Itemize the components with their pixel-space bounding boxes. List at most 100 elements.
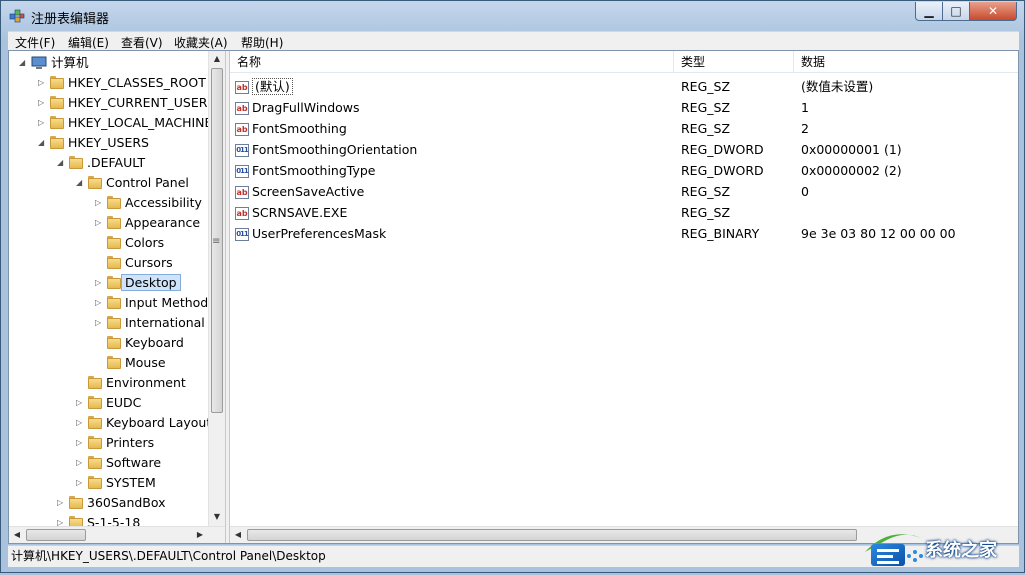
string-value-icon: ab — [235, 123, 249, 136]
tree-horizontal-scrollbar[interactable]: ◀ ▶ — [9, 526, 225, 543]
value-row[interactable]: 011 FontSmoothingOrientation REG_DWORD 0x00… — [230, 139, 1018, 160]
value-name: UserPreferencesMask — [252, 226, 387, 241]
column-header-data[interactable]: 数据 — [794, 51, 1018, 73]
value-name: FontSmoothingOrientation — [252, 142, 418, 157]
folder-icon — [50, 116, 64, 129]
value-row[interactable]: 011 UserPreferencesMask REG_BINARY 9e 3e 03… — [230, 223, 1018, 244]
string-value-icon: ab — [235, 81, 249, 94]
collapsed-arrow-icon[interactable]: ▷ — [95, 273, 105, 293]
value-type: REG_SZ — [681, 205, 731, 220]
tree-vertical-scrollbar[interactable]: ▲ ≡ ▼ — [208, 51, 225, 526]
binary-value-icon: 011 — [235, 228, 249, 241]
scroll-right-arrow-icon[interactable]: ▶ — [192, 527, 208, 543]
column-header-type[interactable]: 类型 — [674, 51, 794, 73]
value-name: SCRNSAVE.EXE — [252, 205, 348, 220]
tree-item[interactable]: ▷ Input Method — [95, 293, 208, 313]
tree-item[interactable]: ▷ Appearance — [95, 213, 200, 233]
maximize-button[interactable]: □ — [942, 2, 970, 21]
expanded-arrow-icon[interactable]: ◢ — [38, 133, 48, 153]
scroll-left-arrow-icon[interactable]: ◀ — [230, 527, 246, 543]
registry-editor-window: 注册表编辑器 ▁ □ ✕ 文件(F) 编辑(E) 查看(V) 收藏夹(A) 帮助… — [0, 0, 1025, 573]
tree-item[interactable]: ◢ Control Panel — [76, 173, 189, 193]
value-row[interactable]: ab DragFullWindows REG_SZ 1 — [230, 97, 1018, 118]
menu-favorites[interactable]: 收藏夹(A) — [174, 34, 228, 51]
folder-icon — [107, 336, 121, 349]
column-header-name[interactable]: 名称 — [230, 51, 674, 73]
tree-item-label: Keyboard Layout — [106, 415, 212, 430]
tree-hscroll-thumb[interactable] — [26, 529, 86, 541]
menu-edit[interactable]: 编辑(E) — [68, 34, 109, 51]
close-button[interactable]: ✕ — [969, 2, 1017, 21]
tree-item[interactable]: ▷ 360SandBox — [57, 493, 166, 513]
collapsed-arrow-icon[interactable]: ▷ — [38, 93, 48, 113]
value-row[interactable]: 011 FontSmoothingType REG_DWORD 0x00000002 … — [230, 160, 1018, 181]
value-row[interactable]: ab SCRNSAVE.EXE REG_SZ — [230, 202, 1018, 223]
collapsed-arrow-icon[interactable]: ▷ — [76, 433, 86, 453]
collapsed-arrow-icon[interactable]: ▷ — [95, 313, 105, 333]
value-name-cell: ab SCRNSAVE.EXE — [235, 202, 347, 223]
value-data: 1 — [801, 100, 809, 115]
tree-item[interactable]: ▷ Desktop — [95, 273, 181, 293]
tree-item[interactable]: ▷ HKEY_LOCAL_MACHINE — [38, 113, 212, 133]
tree-item[interactable]: ▷ Keyboard Layout — [76, 413, 211, 433]
tree-item[interactable]: ▷ HKEY_CLASSES_ROOT — [38, 73, 206, 93]
collapsed-arrow-icon[interactable]: ▷ — [95, 293, 105, 313]
tree-item[interactable]: Mouse — [95, 353, 166, 373]
regedit-app-icon — [9, 9, 25, 23]
watermark-logo: 系统之家 — [859, 522, 1022, 572]
tree-item[interactable]: ▷ Accessibility — [95, 193, 202, 213]
scroll-down-arrow-icon[interactable]: ▼ — [209, 509, 225, 525]
folder-icon — [88, 436, 102, 449]
value-row[interactable]: ab ScreenSaveActive REG_SZ 0 — [230, 181, 1018, 202]
tree-item-label: Control Panel — [106, 175, 189, 190]
tree-item[interactable]: ◢ .DEFAULT — [57, 153, 145, 173]
tree-item-label: International — [125, 315, 205, 330]
tree-item[interactable]: Environment — [76, 373, 186, 393]
value-data: 9e 3e 03 80 12 00 00 00 — [801, 226, 956, 241]
tree-item[interactable]: Colors — [95, 233, 164, 253]
folder-icon — [88, 476, 102, 489]
tree-item[interactable]: ◢ 计算机 — [19, 53, 89, 73]
expanded-arrow-icon[interactable]: ◢ — [19, 53, 29, 73]
tree-item[interactable]: ◢ HKEY_USERS — [38, 133, 149, 153]
expanded-arrow-icon[interactable]: ◢ — [57, 153, 67, 173]
folder-icon — [107, 196, 121, 209]
menu-bar: 文件(F) 编辑(E) 查看(V) 收藏夹(A) 帮助(H) — [8, 31, 1019, 51]
value-type: REG_BINARY — [681, 226, 760, 241]
tree-item-label: Appearance — [125, 215, 201, 230]
collapsed-arrow-icon[interactable]: ▷ — [95, 213, 105, 233]
tree-item-label: Desktop — [121, 274, 181, 291]
menu-help[interactable]: 帮助(H) — [241, 34, 283, 51]
tree-item[interactable]: Keyboard — [95, 333, 184, 353]
value-row[interactable]: ab (默认) REG_SZ (数值未设置) — [230, 76, 1018, 97]
scroll-up-arrow-icon[interactable]: ▲ — [209, 51, 225, 67]
values-hscroll-thumb[interactable] — [247, 529, 857, 541]
expanded-arrow-icon[interactable]: ◢ — [76, 173, 86, 193]
collapsed-arrow-icon[interactable]: ▷ — [38, 73, 48, 93]
menu-file[interactable]: 文件(F) — [15, 34, 55, 51]
tree-item-label: Environment — [106, 375, 186, 390]
tree-item-label: 360SandBox — [87, 495, 166, 510]
tree-item-label: 计算机 — [51, 55, 89, 70]
collapsed-arrow-icon[interactable]: ▷ — [38, 113, 48, 133]
collapsed-arrow-icon[interactable]: ▷ — [76, 393, 86, 413]
minimize-button[interactable]: ▁ — [915, 2, 943, 21]
tree-item[interactable]: ▷ EUDC — [76, 393, 141, 413]
collapsed-arrow-icon[interactable]: ▷ — [76, 413, 86, 433]
collapsed-arrow-icon[interactable]: ▷ — [95, 193, 105, 213]
folder-icon — [69, 156, 83, 169]
value-row[interactable]: ab FontSmoothing REG_SZ 2 — [230, 118, 1018, 139]
title-bar[interactable]: 注册表编辑器 ▁ □ ✕ — [1, 1, 1024, 31]
collapsed-arrow-icon[interactable]: ▷ — [57, 493, 67, 513]
tree-item[interactable]: ▷ SYSTEM — [76, 473, 156, 493]
collapsed-arrow-icon[interactable]: ▷ — [76, 453, 86, 473]
scroll-left-arrow-icon[interactable]: ◀ — [9, 527, 25, 543]
menu-view[interactable]: 查看(V) — [121, 34, 163, 51]
collapsed-arrow-icon[interactable]: ▷ — [76, 473, 86, 493]
tree-item[interactable]: ▷ International — [95, 313, 205, 333]
tree-item[interactable]: ▷ Printers — [76, 433, 154, 453]
tree-item[interactable]: ▷ HKEY_CURRENT_USER — [38, 93, 207, 113]
tree-item[interactable]: Cursors — [95, 253, 173, 273]
value-data: 0x00000002 (2) — [801, 163, 902, 178]
tree-item[interactable]: ▷ Software — [76, 453, 161, 473]
